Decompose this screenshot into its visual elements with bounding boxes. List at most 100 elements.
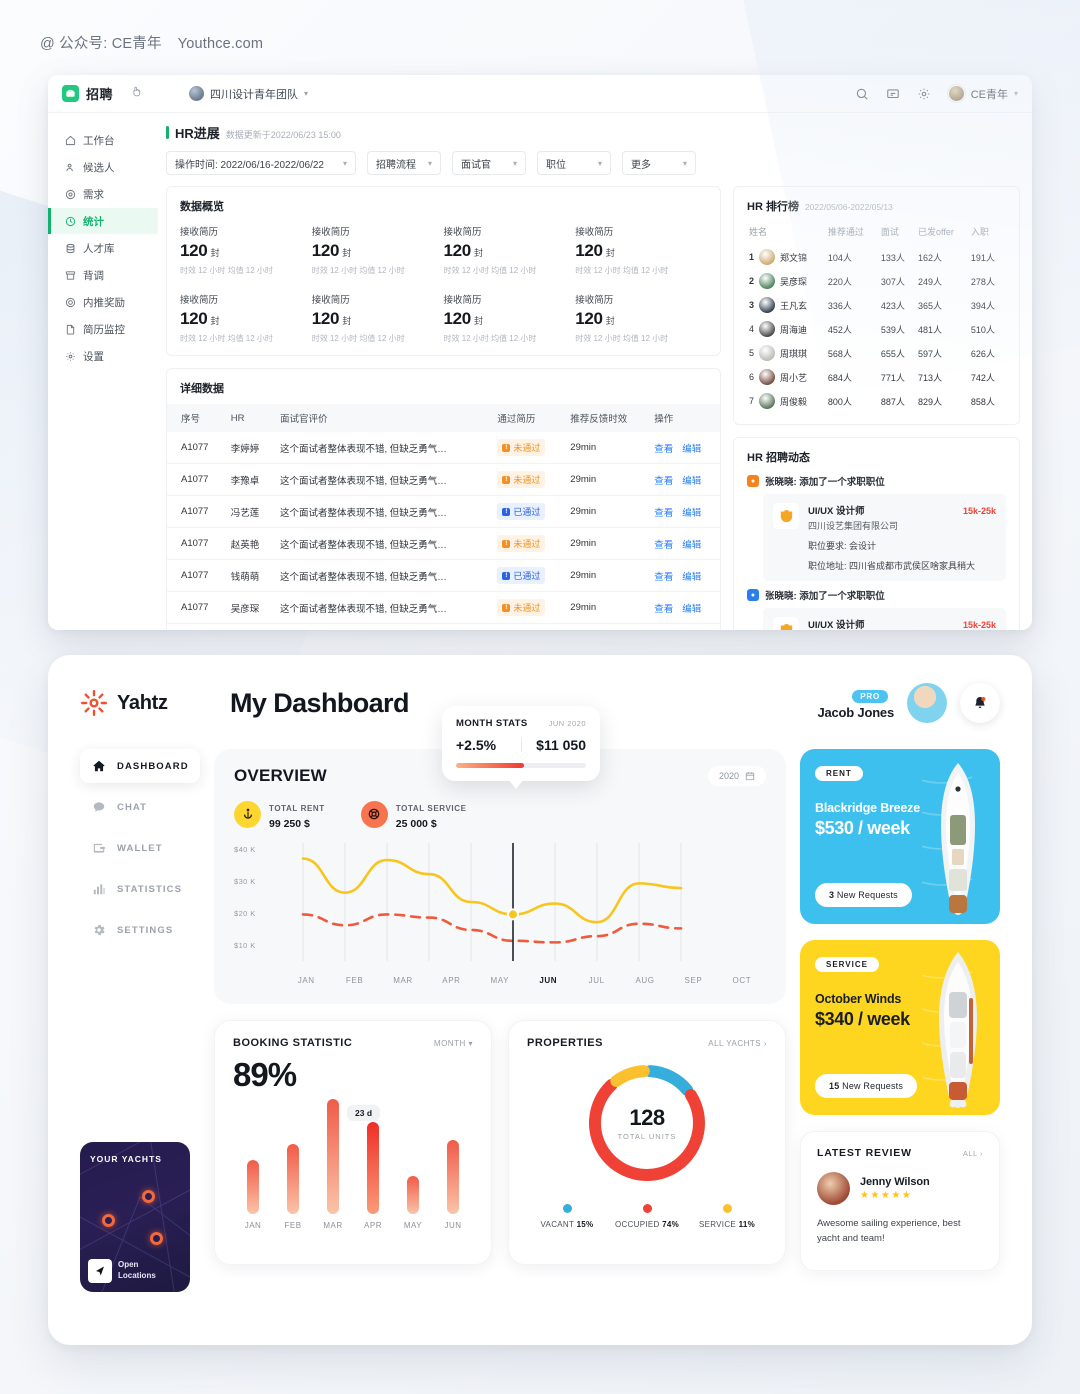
edit-link[interactable]: 编辑 [682,540,701,551]
map-pin[interactable] [142,1190,155,1203]
total-rent-stat: TOTAL RENT 99 250 $ [234,798,325,830]
view-link[interactable]: 查看 [654,444,673,455]
sidebar-item-referral-reward[interactable]: 内推奖励 [48,289,158,315]
sidebar-item-resume-monitor[interactable]: 简历监控 [48,316,158,342]
nav-item-settings[interactable]: SETTINGS [80,913,200,947]
table-row[interactable]: A1077 李豫卓 这个面试者整体表现不错, 但缺乏勇气…! 未通过 29min 查看 编辑 [167,463,720,496]
filter-date-range[interactable]: 操作时间: 2022/06/16-2022/06/22 ▾ [166,151,356,175]
booking-title: BOOKING STATISTIC [233,1037,353,1049]
stat-value: 120 [443,241,472,260]
yahtz-logo[interactable]: Yahtz [80,689,230,717]
sidebar-item-settings[interactable]: 设置 [48,343,158,369]
filter-bar: 操作时间: 2022/06/16-2022/06/22 ▾ 招聘流程 ▾ 面试官… [166,151,1020,175]
cell-rank: 1 [749,252,755,262]
promo-requests-button[interactable]: 3 New Requests [815,883,912,907]
bar-column[interactable] [393,1099,433,1214]
table-row[interactable]: 7 周俊毅 800人 887人 829人 858人 [747,389,1006,413]
navigate-icon [88,1259,112,1283]
table-row[interactable]: A1077 吴彦琛 这个面试者整体表现不错, 但缺乏勇气…! 未通过 29min 查看 编辑 [167,591,720,624]
sidebar-item-demand[interactable]: 需求 [48,181,158,207]
team-selector[interactable]: 四川设计青年团队 ▾ [189,86,308,102]
user-info[interactable]: PRO Jacob Jones [817,686,894,720]
filter-more[interactable]: 更多 ▾ [622,151,696,175]
bar-column[interactable] [273,1099,313,1214]
view-link[interactable]: 查看 [654,508,673,519]
table-row[interactable]: A1077冯启彬这个面试者整体表现不错, 但缺乏勇气…!未通过29min查看编辑 [167,623,720,630]
home-icon [64,134,76,146]
cell-interview: 423人 [880,300,905,311]
column-header: 推荐通过 [827,227,864,237]
detail-table: 序号 HR 面试官评价 通过简历 推荐反馈时效 操作 A1077 李婷婷 这个面试者… [167,404,720,630]
all-yachts-link[interactable]: ALL YACHTS › [708,1039,767,1048]
cell-onboard: 858人 [970,396,995,407]
table-row[interactable]: 3 王凡玄 336人 423人 365人 394人 [747,293,1006,317]
app-brand[interactable]: 招聘 [62,84,143,103]
table-row[interactable]: 2 吴彦琛 220人 307人 249人 278人 [747,269,1006,293]
status-badge: ! 已通过 [497,567,546,584]
table-row[interactable]: A1077 冯艺莲 这个面试者整体表现不错, 但缺乏勇气…! 已通过 29min 查看 编辑 [167,495,720,528]
view-link[interactable]: 查看 [654,540,673,551]
sidebar-item-statistics[interactable]: 统计 [48,208,158,234]
open-locations-button[interactable]: Open Locations [88,1259,156,1283]
stat-item: 接收简历 120 封 时效 12 小时 均值 12 小时 [180,292,312,344]
booking-period-selector[interactable]: MONTH ▾ [434,1039,473,1048]
your-yachts-map-card[interactable]: YOUR YACHTS Open Locations [80,1142,190,1292]
map-pin[interactable] [150,1232,163,1245]
avatar[interactable] [907,683,947,723]
table-row[interactable]: A1077 赵英艳 这个面试者整体表现不错, 但缺乏勇气…! 未通过 29min 查看 编辑 [167,527,720,560]
edit-link[interactable]: 编辑 [682,444,701,455]
properties-title: PROPERTIES [527,1037,603,1049]
table-row[interactable]: A1077 钱萌萌 这个面试者整体表现不错, 但缺乏勇气…! 已通过 29min 查看 编辑 [167,559,720,592]
sidebar-item-talent-pool[interactable]: 人才库 [48,235,158,261]
cell-time: 29min [564,495,649,528]
nav-item-chat[interactable]: CHAT [80,790,200,824]
promo-card-rent[interactable]: RENT Blackridge Breeze $530 / week 3 New… [800,749,1000,924]
settings-icon[interactable] [917,87,931,101]
cell-time: 29min [564,591,649,624]
table-row[interactable]: 5 周琪琪 568人 655人 597人 626人 [747,341,1006,365]
feed-headline: ● 张晓晓: 添加了一个求职职位 [747,588,1006,602]
table-row[interactable]: A1077 李婷婷 这个面试者整体表现不错, 但缺乏勇气…! 未通过 29min 查看 编辑 [167,432,720,464]
filter-process[interactable]: 招聘流程 ▾ [367,151,441,175]
search-icon[interactable] [855,87,869,101]
map-pin[interactable] [102,1214,115,1227]
table-row[interactable]: 6 周小艺 684人 771人 713人 742人 [747,365,1006,389]
table-row[interactable]: 4 周海迪 452人 539人 481人 510人 [747,317,1006,341]
ranking-card: HR 排行榜 2022/05/06-2022/05/13 姓名 推荐通过 面试 … [733,186,1020,425]
job-card[interactable]: UI/UX 设计师15k-25k四川设艺集团有限公司 [763,608,1006,630]
x-tick-label: MAR [393,976,413,985]
hr-sidebar: 工作台 候选人 需求 统计 人才库 背调 内推奖励 简历监控 设置 [48,113,158,630]
message-icon[interactable] [886,87,900,101]
bar-annotation: 23 d [347,1105,381,1121]
bar-column[interactable] [233,1099,273,1214]
user-menu[interactable]: CE青年 ▾ [947,85,1018,102]
gear-icon [92,923,106,937]
nav-item-dashboard[interactable]: DASHBOARD [80,749,200,783]
promo-requests-button[interactable]: 15 New Requests [815,1074,918,1098]
user-name: Jacob Jones [817,705,894,720]
nav-item-statistics[interactable]: STATISTICS [80,872,200,906]
bar-column[interactable] [433,1099,473,1214]
view-link[interactable]: 查看 [654,604,673,615]
filter-interviewer[interactable]: 面试官 ▾ [452,151,526,175]
edit-link[interactable]: 编辑 [682,508,701,519]
edit-link[interactable]: 编辑 [682,572,701,583]
edit-link[interactable]: 编辑 [682,604,701,615]
column-header: 已发offer [918,227,954,237]
avatar [759,273,775,289]
sidebar-item-workbench[interactable]: 工作台 [48,127,158,153]
year-selector[interactable]: 2020 [707,766,766,786]
sidebar-item-background-check[interactable]: 背调 [48,262,158,288]
edit-link[interactable]: 编辑 [682,476,701,487]
filter-position[interactable]: 职位 ▾ [537,151,611,175]
nav-item-wallet[interactable]: WALLET [80,831,200,865]
table-row[interactable]: 1 郑文锦 104人 133人 162人 191人 [747,245,1006,269]
review-all-link[interactable]: ALL › [963,1149,983,1158]
cell-offer: 365人 [918,300,943,311]
sidebar-item-candidates[interactable]: 候选人 [48,154,158,180]
job-card[interactable]: UI/UX 设计师 15k-25k 四川设艺集团有限公司 职位要求: 会设计 职位地址:… [763,494,1006,581]
promo-card-service[interactable]: SERVICE October Winds $340 / week 15 New… [800,940,1000,1115]
notifications-button[interactable] [960,683,1000,723]
view-link[interactable]: 查看 [654,572,673,583]
view-link[interactable]: 查看 [654,476,673,487]
